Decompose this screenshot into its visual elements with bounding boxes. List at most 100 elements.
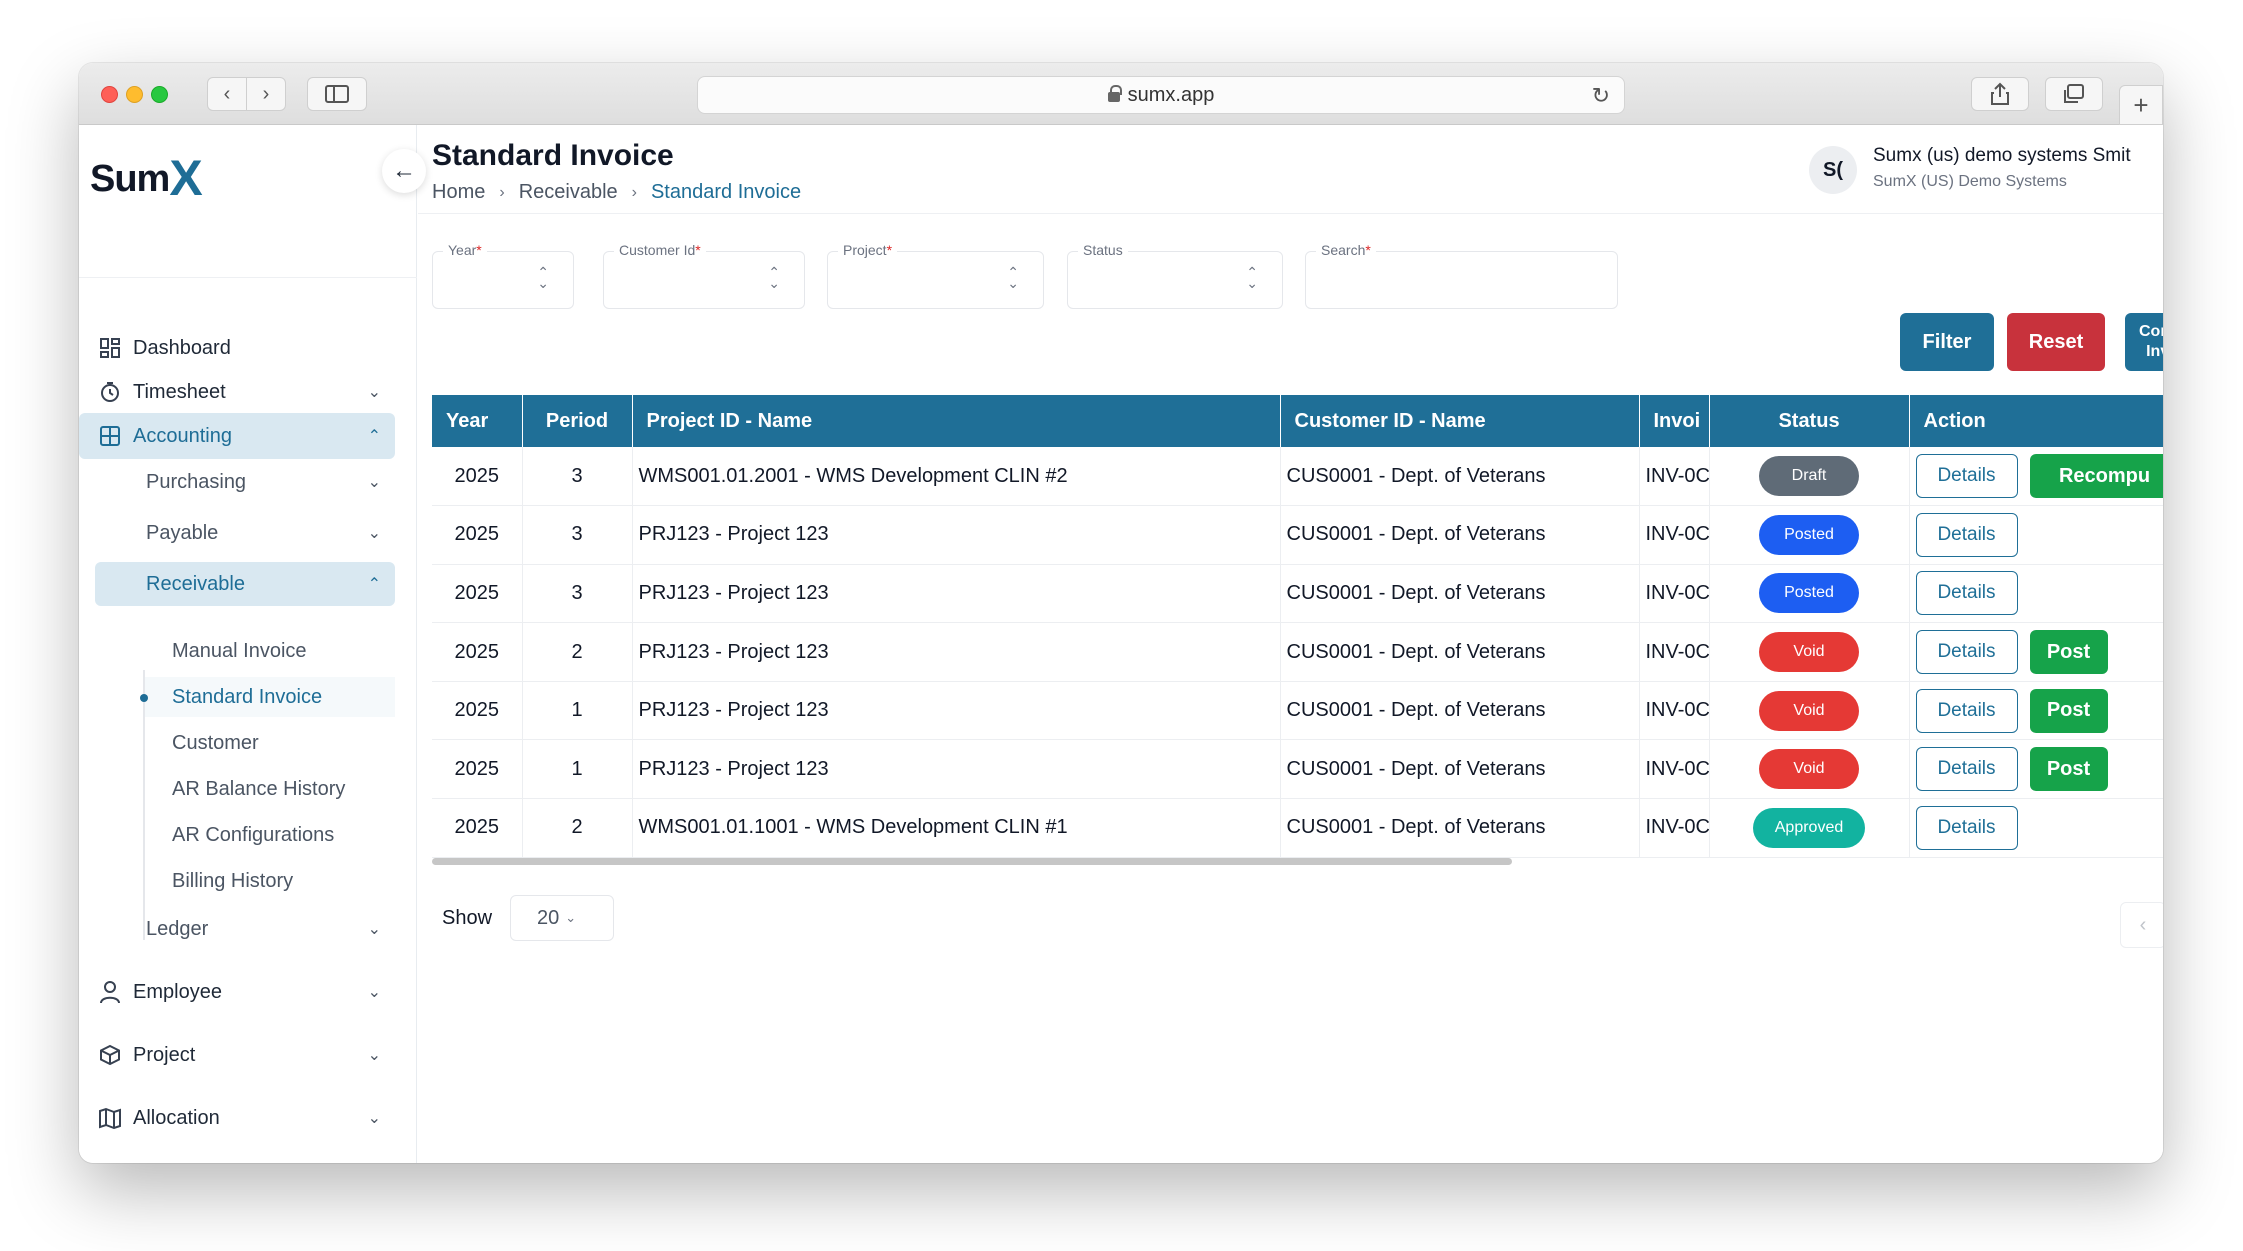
cell-action: Details Recompu [1909,447,2163,507]
sidebar-item-standard-invoice[interactable]: Standard Invoice [140,677,395,717]
show-label: Show [442,907,493,929]
sidebar-item-label: Dashboard [133,336,231,359]
share-button[interactable] [1971,77,2029,111]
cell-period: 3 [522,505,633,565]
sidebar-item-timesheet[interactable]: Timesheet ⌄ [79,369,395,415]
cell-customer: CUS0001 - Dept. of Veterans [1280,798,1640,858]
user-name: Sumx (us) demo systems Smit [1873,145,2131,166]
year-select[interactable]: Year* ⌃ ⌄ [432,242,574,309]
tabs-icon [2064,84,2084,103]
status-badge: Void [1759,632,1859,673]
collapse-sidebar-button[interactable]: ← [382,149,426,193]
sidebar: SumX ← Dashboard Timesheet ⌄ Accounting … [79,125,426,1163]
sidebar-item-payable[interactable]: Payable ⌄ [95,511,395,555]
sidebar-toggle-button[interactable] [307,77,367,111]
filter-button[interactable]: Filter [1900,313,1994,371]
sidebar-item-receivable[interactable]: Receivable ⌃ [95,562,395,606]
horizontal-scrollbar[interactable] [432,856,2163,866]
details-button[interactable]: Details [1915,805,2018,850]
arrow-left-icon: ← [392,157,416,184]
table-row: 2025 1 PRJ123 - Project 123 CUS0001 - De… [432,739,2163,800]
sidebar-item-allocation[interactable]: Allocation ⌄ [79,1095,395,1141]
cell-action: Details [1909,505,2163,565]
browser-back-button[interactable]: ‹ [207,77,247,111]
invoice-table-container[interactable]: Year Period Project ID - Name Customer I… [432,395,2163,865]
compute-invoice-button[interactable]: ComputeInvoice [2125,313,2163,371]
sidebar-item-dashboard[interactable]: Dashboard [79,325,395,371]
chevron-left-icon: ‹ [223,82,231,105]
column-header-invoice[interactable]: Invoi [1639,395,1710,447]
sidebar-item-label: Project [133,1043,196,1066]
address-bar[interactable]: sumx.app ↻ [697,76,1625,114]
column-header-customer[interactable]: Customer ID - Name [1280,395,1640,447]
sidebar-item-project[interactable]: Project ⌄ [79,1032,395,1078]
details-button[interactable]: Details [1915,747,2018,792]
user-organization: SumX (US) Demo Systems [1873,173,2067,190]
status-badge: Void [1759,749,1859,790]
cell-period: 1 [522,681,633,741]
cell-status: Void [1709,739,1910,800]
sort-arrows-icon: ⌃ ⌄ [537,264,549,291]
sidebar-item-ar-balance-history[interactable]: AR Balance History [145,769,395,809]
sidebar-item-manual-invoice[interactable]: Manual Invoice [145,631,395,671]
cell-status: Posted [1709,564,1910,624]
avatar[interactable]: S( [1809,146,1857,194]
customer-id-select[interactable]: Customer Id* ⌃ ⌄ [603,242,805,309]
chevron-up-icon: ⌃ [367,576,381,593]
sidebar-item-ledger[interactable]: Ledger ⌄ [95,907,395,951]
details-button[interactable]: Details [1915,571,2018,616]
chevron-down-icon: ⌄ [367,1110,381,1127]
status-badge: Approved [1752,807,1866,848]
sort-arrows-icon: ⌃ ⌄ [1246,264,1258,291]
column-header-period[interactable]: Period [522,395,633,447]
project-select[interactable]: Project* ⌃ ⌄ [827,242,1044,309]
chevron-left-icon: ‹ [2139,913,2147,936]
column-header-status[interactable]: Status [1709,395,1910,447]
cell-invoice: INV-0C [1639,505,1710,565]
minimize-window-button[interactable] [126,86,143,103]
details-button[interactable]: Details [1915,688,2018,733]
previous-page-button[interactable]: ‹ [2120,902,2163,948]
sidebar-item-purchasing[interactable]: Purchasing ⌄ [95,460,395,504]
cube-icon [97,1042,123,1068]
breadcrumb-receivable[interactable]: Receivable [519,181,618,204]
sidebar-item-ar-configurations[interactable]: AR Configurations [145,815,395,855]
search-input[interactable]: Search* [1305,242,1618,309]
sidebar-item-customer[interactable]: Customer [145,723,395,763]
cell-year: 2025 [432,622,523,682]
sidebar-item-accounting[interactable]: Accounting ⌃ [79,413,395,459]
close-window-button[interactable] [101,86,118,103]
app-logo[interactable]: SumX [90,145,203,206]
cell-year: 2025 [432,739,523,800]
post-button[interactable]: Post [2029,688,2108,733]
reset-button[interactable]: Reset [2007,313,2105,371]
tabs-overview-button[interactable] [2045,77,2103,111]
cell-customer: CUS0001 - Dept. of Veterans [1280,447,1640,507]
details-button[interactable]: Details [1915,512,2018,557]
column-header-project[interactable]: Project ID - Name [632,395,1281,447]
details-button[interactable]: Details [1915,630,2018,675]
table-row: 2025 3 PRJ123 - Project 123 CUS0001 - De… [432,564,2163,624]
recompute-button[interactable]: Recompu [2029,454,2163,499]
cell-project: WMS001.01.1001 - WMS Development CLIN #1 [632,798,1281,858]
table-row: 2025 2 WMS001.01.1001 - WMS Development … [432,798,2163,858]
sort-arrows-icon: ⌃ ⌄ [1007,264,1019,291]
breadcrumb-home[interactable]: Home [432,181,485,204]
post-button[interactable]: Post [2029,747,2108,792]
details-button[interactable]: Details [1915,454,2018,499]
sidebar-item-employee[interactable]: Employee ⌄ [79,969,395,1015]
browser-forward-button[interactable]: › [246,77,286,111]
sidebar-item-billing-history[interactable]: Billing History [145,861,395,901]
new-tab-button[interactable]: + [2119,85,2163,125]
sidebar-item-label: Allocation [133,1106,220,1129]
cell-invoice: INV-0C [1639,564,1710,624]
status-select[interactable]: Status ⌃ ⌄ [1067,242,1283,309]
page-size-select[interactable]: 20 ⌄ [510,895,614,941]
column-header-year[interactable]: Year [432,395,523,447]
scrollbar-thumb[interactable] [432,858,1512,865]
cell-action: Details [1909,564,2163,624]
dashboard-icon [97,335,123,361]
post-button[interactable]: Post [2029,630,2108,675]
reload-icon[interactable]: ↻ [1592,83,1610,109]
maximize-window-button[interactable] [151,86,168,103]
